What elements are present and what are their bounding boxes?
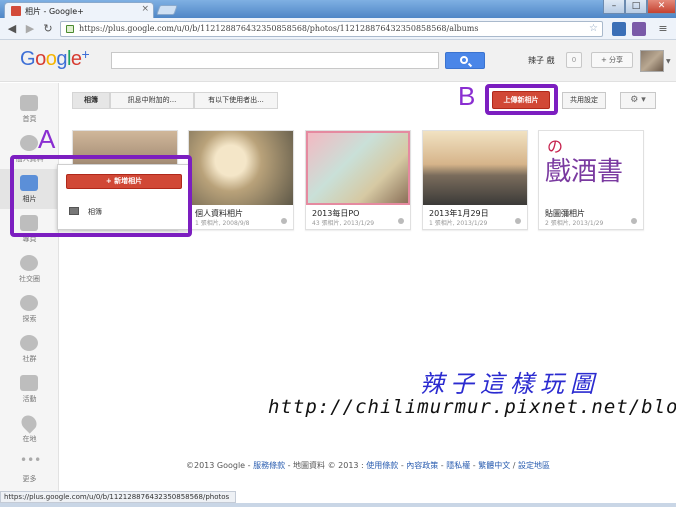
communities-icon [20,335,38,351]
share-button[interactable]: + 分享 [591,52,633,68]
watermark-url: http://chilimurmur.pixnet.net/blog [268,396,676,418]
rail-item-local[interactable]: 在地 [0,409,59,449]
annotation-box-b [485,84,558,115]
notification-count[interactable]: 0 [566,52,582,68]
rail-item-events[interactable]: 活動 [0,369,59,409]
footer-privacy-link[interactable]: 隱私權 [446,461,470,470]
extension-icon[interactable] [612,22,626,36]
footer-region-link[interactable]: 設定地區 [518,461,550,470]
gplus-header: Google+ 辣子 戲 0 + 分享 ▼ [0,40,676,82]
limited-icon [515,218,521,224]
watermark-title: 辣子這樣玩圖 [420,370,600,398]
rail-item-label: 在地 [22,435,37,443]
search-icon [460,56,468,64]
public-icon [631,218,637,224]
compass-icon [20,295,38,311]
album-card[interactable]: の 戲酒書 貼圖彌相片 2 張相片, 2013/1/29 [538,130,644,230]
forward-icon[interactable]: ▶ [22,21,38,37]
footer-terms-of-use-link[interactable]: 使用條款 [366,461,398,470]
footer-content-policy-link[interactable]: 內容政策 [406,461,438,470]
album-meta: 43 張相片, 2013/1/29 [312,220,375,227]
album-meta: 2 張相片, 2013/1/29 [545,220,604,227]
more-dots-icon: ••• [20,453,42,467]
avatar[interactable] [640,50,664,72]
browser-status-bar: https://plus.google.com/u/0/b/1121288764… [0,491,236,503]
rail-item-more[interactable]: ••• 更多 [0,449,59,489]
circles-icon [20,255,38,271]
chevron-down-icon[interactable]: ▼ [666,58,671,65]
rail-item-label: 更多 [22,475,37,483]
reload-icon[interactable]: ↻ [40,21,56,37]
search-button[interactable] [445,52,485,69]
annotation-box-a [10,155,192,237]
google-plus-favicon-icon [11,6,21,16]
album-thumbnail[interactable]: の 戲酒書 [539,131,643,205]
profile-icon [20,135,38,151]
lock-icon [66,25,74,33]
album-meta: 1 張相片, 2013/1/29 [429,220,488,227]
tab-photos-from-posts[interactable]: 訊息中附加的... [110,92,194,109]
rail-item-label: 社交圈 [19,275,40,283]
rail-item-explore[interactable]: 探索 [0,289,59,329]
extension-icon[interactable] [632,22,646,36]
new-tab-button[interactable] [156,5,178,15]
rail-item-label: 社群 [22,355,37,363]
page-footer: ©2013 Google - 服務條款 - 地圖資料 © 2013 : 使用條款… [185,461,551,470]
wrench-menu-icon[interactable]: ≡ [656,22,670,36]
footer-language-link[interactable]: 繁體中文 [478,461,510,470]
rail-item-communities[interactable]: 社群 [0,329,59,369]
public-icon [281,218,287,224]
tab-close-icon[interactable]: × [141,4,149,14]
album-thumbnail[interactable] [423,131,527,205]
album-card[interactable]: 2013年1月29日 1 張相片, 2013/1/29 [422,130,528,230]
back-icon[interactable]: ◀ [4,21,20,37]
album-thumbnail[interactable] [306,131,410,205]
rail-item-label: 活動 [22,395,37,403]
bookmark-star-icon[interactable]: ☆ [589,23,598,34]
home-icon [20,95,38,111]
album-thumbnail[interactable] [189,131,293,205]
tab-title: 相片 - Google+ [25,7,84,16]
close-window-button[interactable]: ✕ [647,0,676,14]
calendar-icon [20,375,38,391]
address-bar[interactable]: https://plus.google.com/u/0/b/1121288764… [60,21,603,37]
tab-albums[interactable]: 相簿 [72,92,110,109]
google-plus-logo[interactable]: Google+ [20,46,90,71]
browser-titlebar: 相片 - Google+ × – □ ✕ [0,0,676,18]
tab-photos-of-you[interactable]: 有以下使用者出... [194,92,278,109]
public-icon [398,218,404,224]
search-input[interactable] [111,52,439,69]
username[interactable]: 辣子 戲 [528,55,555,66]
minimize-button[interactable]: – [603,0,625,14]
annotation-label-b: B [458,81,476,111]
url-text[interactable]: https://plus.google.com/u/0/b/1121288764… [79,24,479,33]
album-card[interactable]: 個人資料相片 1 張相片, 2008/9/8 [188,130,294,230]
gear-icon[interactable]: ⚙ ▾ [620,92,656,109]
sharing-settings-button[interactable]: 共用設定 [562,92,606,109]
rail-item-label: 探索 [22,315,37,323]
photos-toolbar: 相簿 訊息中附加的... 有以下使用者出... 上傳新相片 共用設定 ⚙ ▾ [60,83,676,119]
annotation-label-a: A [38,124,56,154]
album-meta: 1 張相片, 2008/9/8 [195,220,250,227]
browser-tab[interactable]: 相片 - Google+ × [4,2,154,18]
thumbnail-artwork: 戲酒書 [545,157,624,187]
rail-item-circles[interactable]: 社交圈 [0,249,59,289]
album-card[interactable]: 2013每日PO 43 張相片, 2013/1/29 [305,130,411,230]
footer-map-data: - 地圖資料 © 2013 : [285,461,367,470]
rail-item-home[interactable]: 首頁 [0,89,59,129]
browser-toolbar: ◀ ▶ ↻ https://plus.google.com/u/0/b/1121… [0,18,676,40]
map-pin-icon [18,412,40,434]
horizontal-scrollbar[interactable] [0,503,676,507]
footer-terms-link[interactable]: 服務條款 [253,461,285,470]
maximize-button[interactable]: □ [625,0,647,14]
rail-item-label: 首頁 [22,115,37,123]
footer-copyright: ©2013 Google - [185,461,254,470]
